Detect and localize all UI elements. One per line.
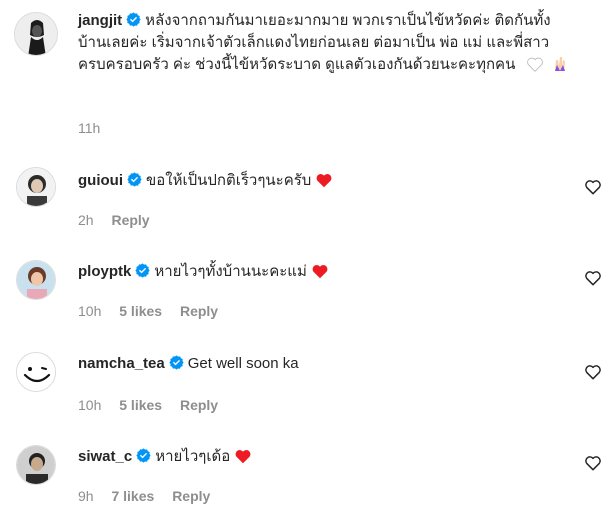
red-heart-emoji-icon: [317, 174, 332, 188]
reply-button[interactable]: Reply: [111, 212, 149, 228]
reply-button[interactable]: Reply: [180, 303, 218, 319]
likes-count[interactable]: 5 likes: [119, 303, 162, 319]
avatar-jangjit[interactable]: [14, 12, 58, 56]
caption-body: หลังจากถามกันมาเยอะมากมาย พวกเราเป็นไข้ห…: [78, 12, 551, 73]
avatar-guioui[interactable]: [16, 167, 56, 207]
verified-badge-icon: [127, 172, 142, 187]
comment-body: Get well soon ka: [187, 355, 299, 372]
verified-badge-icon: [169, 355, 184, 370]
red-heart-emoji-icon: [235, 450, 251, 464]
reply-button[interactable]: Reply: [172, 488, 210, 504]
comment-username[interactable]: guioui: [78, 172, 123, 189]
comment-text-line: guioui ขอให้เป็นปกติเร็วๆนะครับ: [78, 170, 571, 192]
red-heart-emoji-icon: [312, 265, 328, 279]
comment-username[interactable]: namcha_tea: [78, 355, 165, 372]
comment-meta: 10h 5 likes Reply: [78, 397, 232, 413]
comment-text-line: ployptk หายไวๆทั้งบ้านนะคะแม่: [78, 261, 571, 283]
avatar-ployptk[interactable]: [16, 260, 56, 300]
comment-time: 10h: [78, 397, 102, 413]
likes-count[interactable]: 5 likes: [119, 397, 162, 413]
verified-badge-icon: [126, 12, 141, 27]
comment-body: ขอให้เป็นปกติเร็วๆนะครับ: [146, 172, 312, 189]
heart-outline-icon[interactable]: [583, 362, 603, 382]
comment-meta: 9h 7 likes Reply: [78, 488, 224, 504]
comment-body: หายไวๆเด้อ: [155, 448, 231, 465]
avatar-namcha-tea[interactable]: [16, 352, 56, 392]
comment-text-line: siwat_c หายไวๆเด้อ: [78, 446, 571, 468]
heart-outline-icon[interactable]: [583, 453, 603, 473]
comment-username[interactable]: ployptk: [78, 263, 131, 280]
post-username[interactable]: jangjit: [78, 12, 122, 29]
heart-outline-icon[interactable]: [583, 177, 603, 197]
comment-time: 10h: [78, 303, 102, 319]
post-meta: 11h: [78, 120, 114, 136]
comment-body: หายไวๆทั้งบ้านนะคะแม่: [154, 263, 307, 280]
comment-time: 9h: [78, 488, 94, 504]
verified-badge-icon: [136, 448, 151, 463]
comment-meta: 10h 5 likes Reply: [78, 303, 232, 319]
reply-button[interactable]: Reply: [180, 397, 218, 413]
verified-badge-icon: [135, 263, 150, 278]
heart-outline-icon[interactable]: [583, 268, 603, 288]
caption-text: jangjit หลังจากถามกันมาเยอะมากมาย พวกเราเ…: [78, 10, 571, 76]
comment-username[interactable]: siwat_c: [78, 448, 132, 465]
comment-meta: 2h Reply: [78, 212, 164, 228]
post-time: 11h: [78, 120, 101, 136]
white-heart-emoji-icon: [526, 57, 543, 72]
raised-hands-emoji-icon: [554, 57, 565, 71]
likes-count[interactable]: 7 likes: [111, 488, 154, 504]
avatar-siwat-c[interactable]: [16, 445, 56, 485]
comment-text-line: namcha_tea Get well soon ka: [78, 353, 571, 375]
comment-time: 2h: [78, 212, 94, 228]
